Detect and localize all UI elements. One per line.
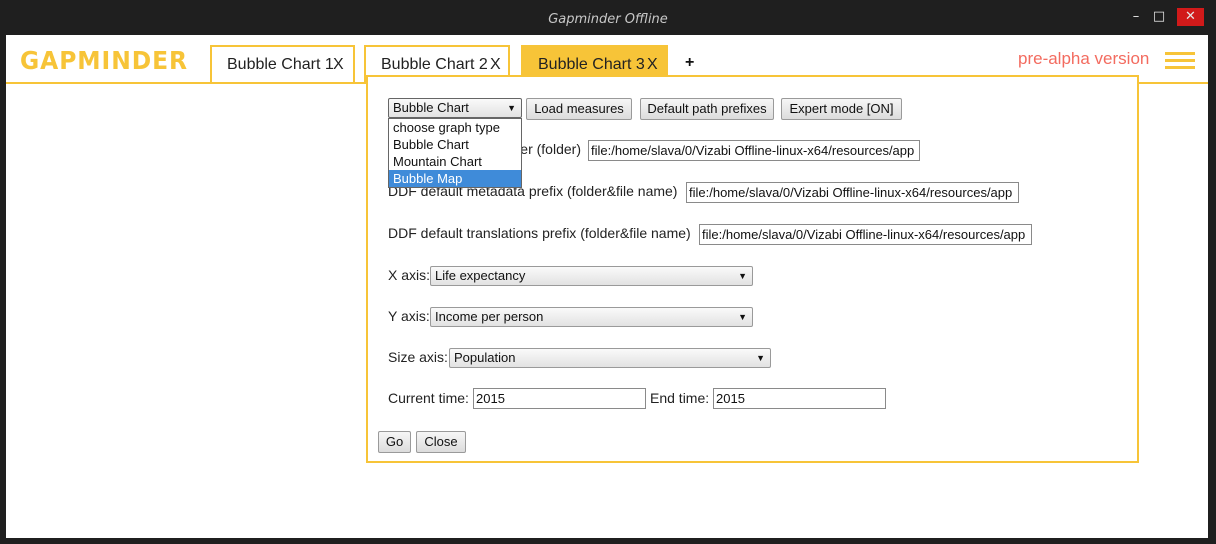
graph-type-option[interactable]: choose graph type: [389, 119, 521, 136]
gapminder-logo: GAPMINDER: [20, 47, 190, 73]
load-measures-button[interactable]: Load measures: [526, 98, 632, 120]
size-axis-value: Population: [454, 350, 516, 365]
dropdown-arrow-icon: ▼: [738, 312, 747, 322]
tab-label: Bubble Chart 3: [538, 56, 645, 73]
tab-close-button[interactable]: X: [647, 56, 658, 74]
window-title: Gapminder Offline: [548, 12, 668, 27]
graph-type-option-highlighted[interactable]: Bubble Map: [389, 170, 521, 187]
ddf-folder-input[interactable]: file:/home/slava/0/Vizabi Offline-linux-…: [588, 140, 920, 161]
tab-close-button[interactable]: X: [333, 56, 344, 74]
close-button[interactable]: Close: [416, 431, 466, 453]
graph-type-option[interactable]: Mountain Chart: [389, 153, 521, 170]
dropdown-arrow-icon: ▼: [756, 353, 765, 363]
logo-text: GAPMINDER: [20, 47, 188, 73]
version-label: pre-alpha version: [1018, 49, 1150, 68]
graph-type-select[interactable]: Bubble Chart ▼: [388, 98, 522, 118]
dropdown-arrow-icon: ▼: [507, 103, 516, 113]
ddf-translations-input[interactable]: file:/home/slava/0/Vizabi Offline-linux-…: [699, 224, 1032, 245]
dropdown-arrow-icon: ▼: [738, 271, 747, 281]
add-tab-button[interactable]: +: [685, 54, 694, 72]
tab-label: Bubble Chart 2: [381, 56, 488, 73]
tab-close-button[interactable]: X: [490, 56, 501, 74]
graph-type-value: Bubble Chart: [393, 100, 469, 115]
go-button[interactable]: Go: [378, 431, 411, 453]
tab-label: Bubble Chart 1: [227, 56, 334, 73]
x-axis-value: Life expectancy: [435, 268, 526, 283]
default-path-prefixes-button[interactable]: Default path prefixes: [640, 98, 774, 120]
y-axis-select[interactable]: Income per person ▼: [430, 307, 753, 327]
y-axis-label: Y axis:: [388, 308, 430, 324]
chart-settings-dialog: Bubble Chart ▼ Load measures Default pat…: [366, 75, 1139, 463]
graph-type-option[interactable]: Bubble Chart: [389, 136, 521, 153]
minimize-button[interactable]: –: [1128, 8, 1144, 26]
size-axis-label: Size axis:: [388, 349, 448, 365]
tab-bubble-chart-1[interactable]: Bubble Chart 1 X: [210, 45, 355, 83]
graph-type-dropdown-list: choose graph type Bubble Chart Mountain …: [388, 118, 522, 188]
maximize-button[interactable]: □: [1151, 8, 1167, 26]
hamburger-icon[interactable]: [1165, 52, 1195, 70]
ddf-metadata-input[interactable]: file:/home/slava/0/Vizabi Offline-linux-…: [686, 182, 1019, 203]
expert-mode-button[interactable]: Expert mode [ON]: [781, 98, 902, 120]
current-time-label: Current time:: [388, 390, 469, 406]
current-time-input[interactable]: 2015: [473, 388, 646, 409]
x-axis-select[interactable]: Life expectancy ▼: [430, 266, 753, 286]
window-titlebar: Gapminder Offline – □ ✕: [0, 0, 1216, 35]
end-time-input[interactable]: 2015: [713, 388, 886, 409]
y-axis-value: Income per person: [435, 309, 544, 324]
app-content: GAPMINDER Bubble Chart 1 X Bubble Chart …: [6, 35, 1208, 538]
end-time-label: End time:: [650, 390, 710, 406]
size-axis-select[interactable]: Population ▼: [449, 348, 771, 368]
ddf-translations-label: DDF default translations prefix (folder&…: [388, 225, 691, 241]
x-axis-label: X axis:: [388, 267, 431, 283]
close-window-button[interactable]: ✕: [1177, 8, 1204, 26]
